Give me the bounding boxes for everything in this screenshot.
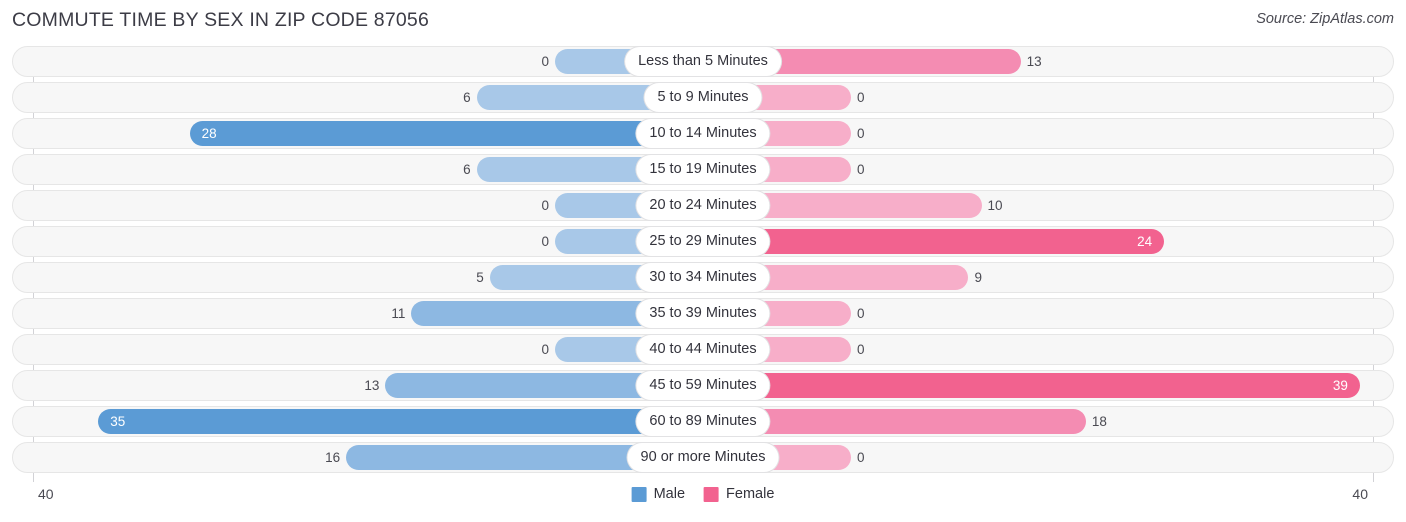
- male-bar[interactable]: [189, 121, 703, 146]
- legend-item[interactable]: Male: [631, 486, 686, 502]
- female-value-label: 10: [987, 198, 1003, 213]
- female-bar[interactable]: [703, 373, 1360, 398]
- legend-item[interactable]: Female: [704, 486, 774, 502]
- chart-row: 16 0 90 or more Minutes: [0, 442, 1406, 473]
- category-label: 30 to 34 Minutes: [636, 263, 770, 292]
- chart-row: 0 24 25 to 29 Minutes: [0, 226, 1406, 257]
- chart-header: COMMUTE TIME BY SEX IN ZIP CODE 87056 So…: [0, 0, 1406, 44]
- category-label: 45 to 59 Minutes: [636, 371, 770, 400]
- category-label: 20 to 24 Minutes: [636, 191, 770, 220]
- chart-row: 0 13 Less than 5 Minutes: [0, 46, 1406, 77]
- source-attribution: Source: ZipAtlas.com: [1256, 11, 1394, 27]
- male-bar[interactable]: [98, 409, 703, 434]
- legend-label: Female: [726, 486, 775, 502]
- male-value-label: 0: [541, 342, 549, 357]
- female-value-label: 0: [857, 342, 865, 357]
- female-value-label: 0: [857, 90, 865, 105]
- chart-plot-area: 0 13 Less than 5 Minutes 6 0 5 to 9 Minutes 28…: [0, 46, 1406, 482]
- chart-legend: Male Female: [631, 486, 774, 502]
- male-value-label: 0: [541, 234, 549, 249]
- chart-row: 0 10 20 to 24 Minutes: [0, 190, 1406, 221]
- chart-row: 6 0 15 to 19 Minutes: [0, 154, 1406, 185]
- legend-swatch-icon: [704, 486, 720, 502]
- axis-tick-right: 40: [1352, 486, 1368, 502]
- female-value-label: 39: [1332, 378, 1348, 393]
- female-value-label: 18: [1091, 414, 1107, 429]
- category-label: 60 to 89 Minutes: [636, 407, 770, 436]
- chart-row: 28 0 10 to 14 Minutes: [0, 118, 1406, 149]
- male-value-label: 0: [541, 54, 549, 69]
- female-value-label: 0: [857, 162, 865, 177]
- chart-row: 5 9 30 to 34 Minutes: [0, 262, 1406, 293]
- female-value-label: 24: [1137, 234, 1153, 249]
- chart-row: 35 18 60 to 89 Minutes: [0, 406, 1406, 437]
- category-label: 15 to 19 Minutes: [636, 155, 770, 184]
- page-title: COMMUTE TIME BY SEX IN ZIP CODE 87056: [12, 9, 430, 31]
- chart-footer: 40 40 Male Female: [0, 482, 1406, 522]
- category-label: 40 to 44 Minutes: [636, 335, 770, 364]
- male-value-label: 6: [463, 162, 471, 177]
- category-label: 5 to 9 Minutes: [644, 83, 762, 112]
- chart-row: 6 0 5 to 9 Minutes: [0, 82, 1406, 113]
- chart-row: 11 0 35 to 39 Minutes: [0, 298, 1406, 329]
- male-value-label: 6: [463, 90, 471, 105]
- chart-row: 0 0 40 to 44 Minutes: [0, 334, 1406, 365]
- legend-swatch-icon: [631, 486, 647, 502]
- female-value-label: 0: [857, 450, 865, 465]
- category-label: 90 or more Minutes: [627, 443, 779, 472]
- female-value-label: 0: [857, 126, 865, 141]
- male-value-label: 11: [391, 306, 406, 321]
- male-value-label: 16: [325, 450, 341, 465]
- male-value-label: 5: [476, 270, 484, 285]
- legend-label: Male: [653, 486, 686, 502]
- female-value-label: 0: [857, 306, 865, 321]
- chart-rows: 0 13 Less than 5 Minutes 6 0 5 to 9 Minutes 28…: [0, 46, 1406, 478]
- male-value-label: 13: [364, 378, 380, 393]
- axis-tick-left: 40: [38, 486, 54, 502]
- category-label: Less than 5 Minutes: [625, 47, 781, 76]
- female-value-label: 9: [974, 270, 982, 285]
- category-label: 35 to 39 Minutes: [636, 299, 770, 328]
- male-value-label: 0: [541, 198, 549, 213]
- female-value-label: 13: [1026, 54, 1042, 69]
- category-label: 10 to 14 Minutes: [636, 119, 770, 148]
- category-label: 25 to 29 Minutes: [636, 227, 770, 256]
- chart-row: 13 39 45 to 59 Minutes: [0, 370, 1406, 401]
- male-value-label: 28: [201, 126, 217, 141]
- male-value-label: 35: [110, 414, 126, 429]
